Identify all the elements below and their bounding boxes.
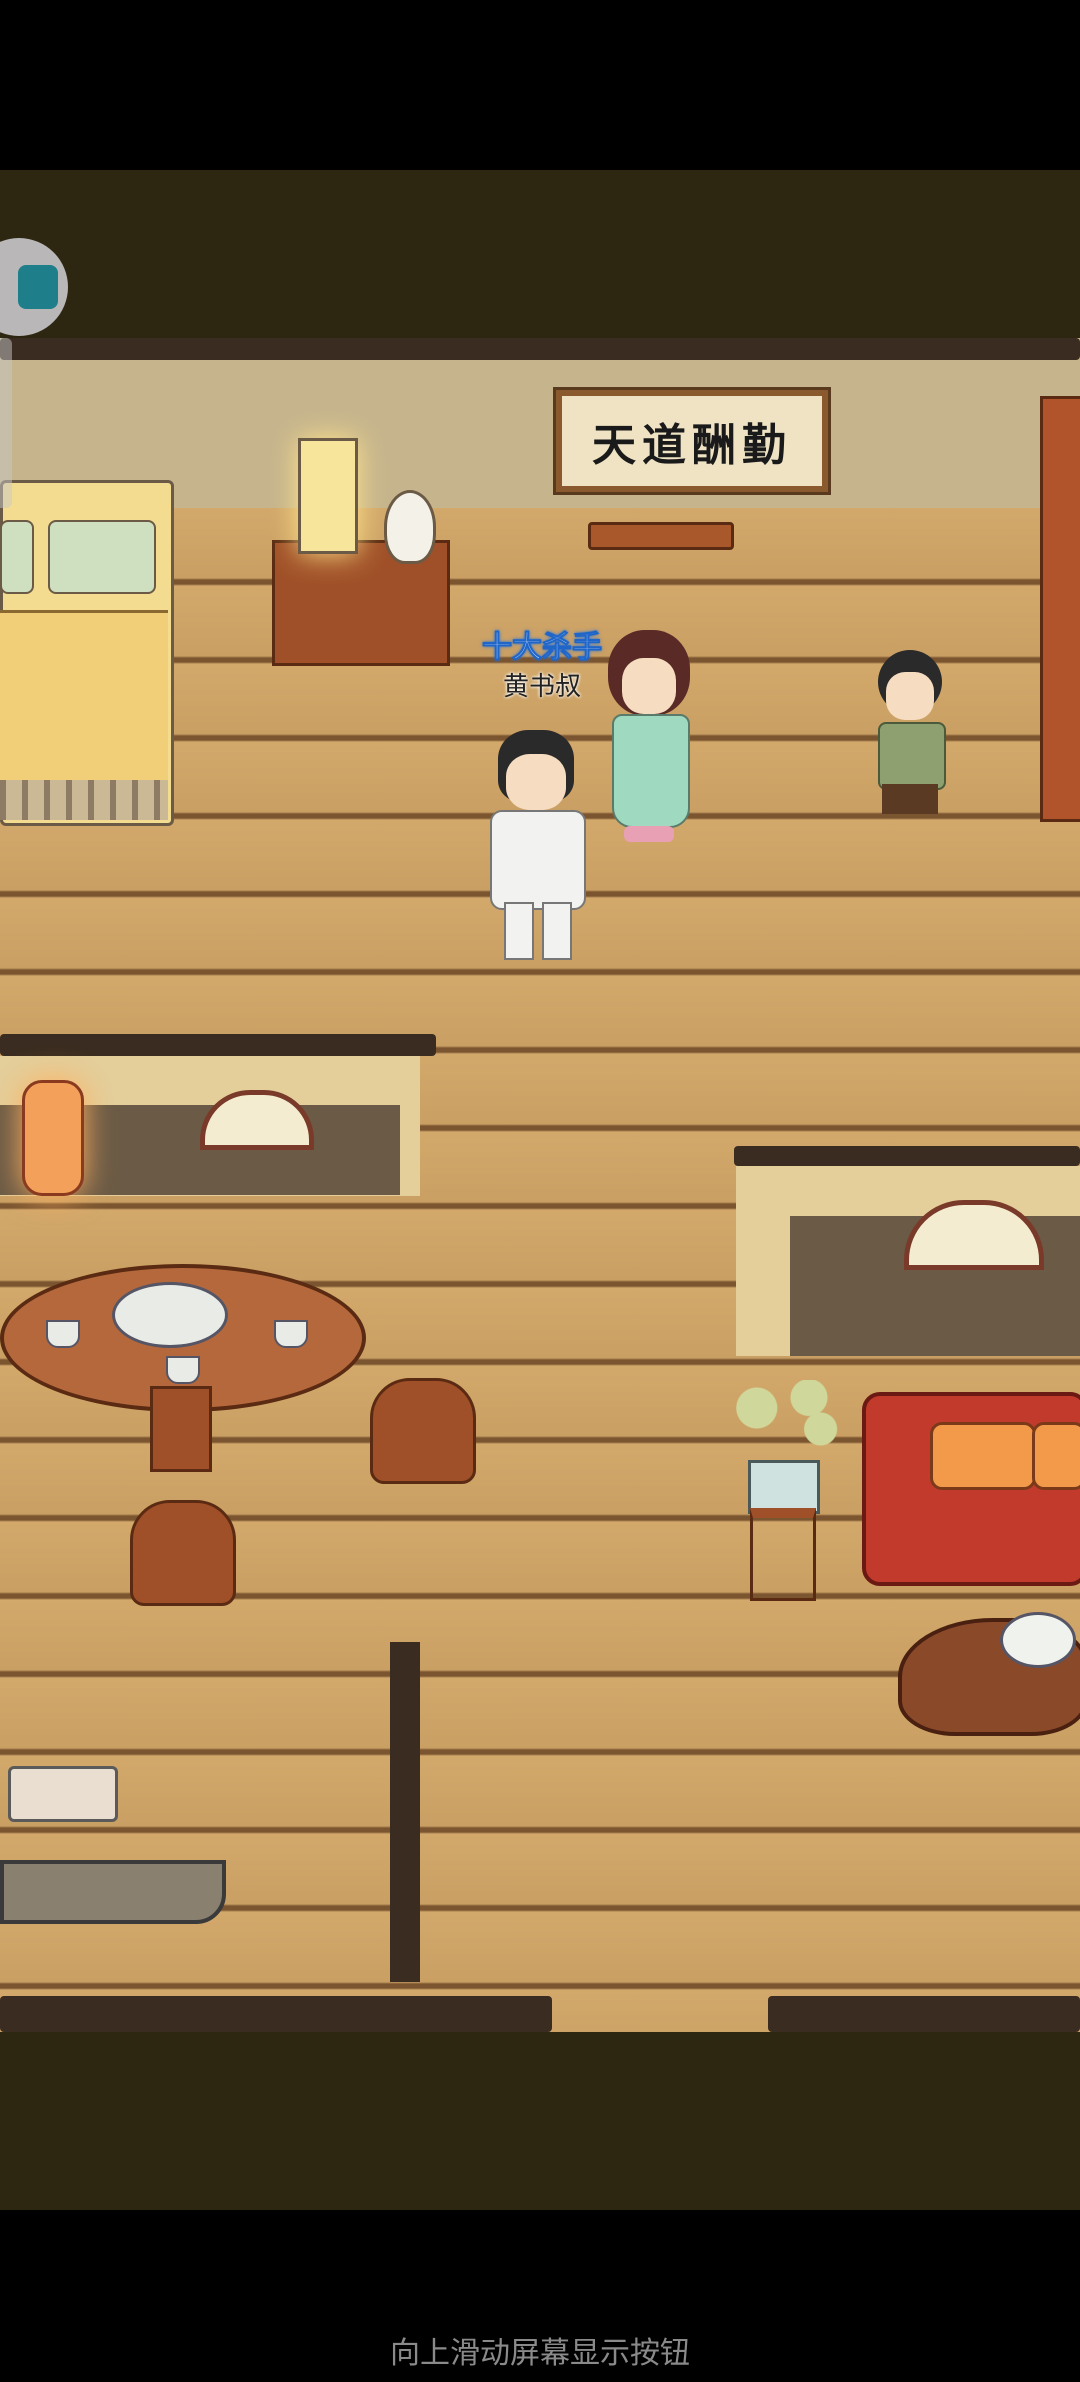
bottom-beam-right: [768, 1996, 1080, 2032]
guqin-table: [0, 1860, 226, 1924]
player-character[interactable]: [486, 730, 586, 960]
bonsai-pot: [748, 1460, 820, 1514]
low-table: [588, 522, 734, 550]
wall-top-beam: [0, 338, 1080, 360]
npc-servant-boy[interactable]: [870, 650, 950, 830]
hanging-lantern: [22, 1080, 84, 1196]
right-cabinet: [1040, 396, 1080, 822]
white-vase: [384, 490, 436, 564]
calligraphy-scroll: 天道酬勤: [553, 387, 831, 495]
stool: [130, 1500, 236, 1606]
edge-handle[interactable]: [0, 338, 12, 508]
lamp: [298, 438, 358, 554]
app-logo-icon: [18, 265, 58, 309]
left-room-beam: [0, 1034, 436, 1056]
sofa-cushion: [930, 1422, 1036, 1490]
tea-cup: [166, 1356, 200, 1384]
divider-pillar: [390, 1642, 420, 1982]
swipe-hint: 向上滑动屏幕显示按钮: [390, 2337, 690, 2370]
game-viewport[interactable]: 天道酬勤 十大杀手 黄书叔: [0, 170, 1080, 2210]
right-room-beam: [734, 1146, 1080, 1166]
ceiling-area: [0, 170, 1080, 338]
npc-kimono-girl[interactable]: [604, 630, 694, 850]
plant-stand: [750, 1508, 816, 1601]
sofa-cushion: [1032, 1422, 1080, 1490]
bonsai-tree: [722, 1380, 838, 1450]
tea-cup: [274, 1320, 308, 1348]
stool: [370, 1378, 476, 1484]
teapot: [1000, 1612, 1076, 1668]
bottom-beam-left: [0, 1996, 552, 2032]
floor-bottom-dark: [0, 2032, 1080, 2210]
cushion-stool: [8, 1766, 118, 1822]
tea-cup: [46, 1320, 80, 1348]
teapot: [112, 1282, 228, 1348]
scroll-text: 天道酬勤: [592, 420, 792, 471]
bed: [0, 450, 174, 850]
